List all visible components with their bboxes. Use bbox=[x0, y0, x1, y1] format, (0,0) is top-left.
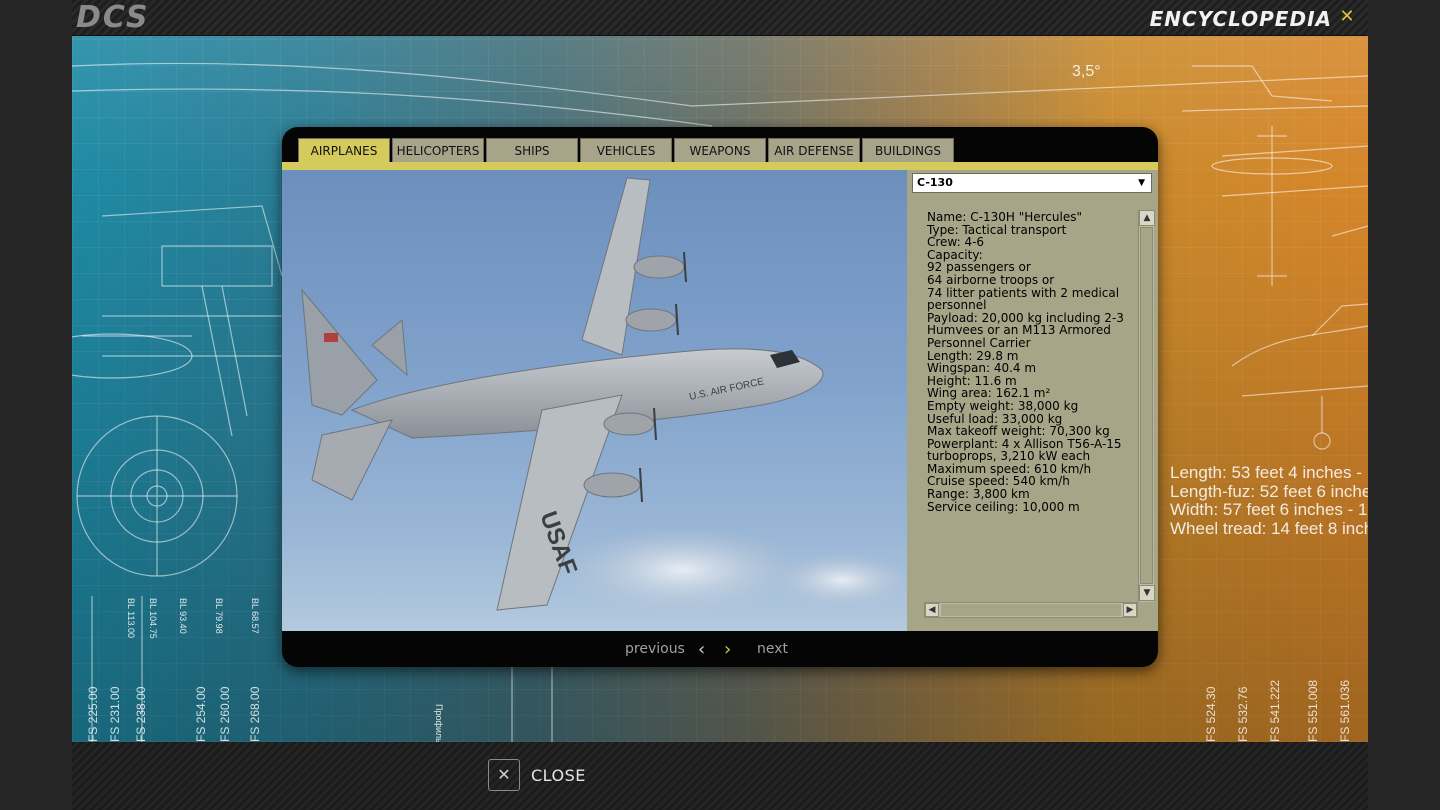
close-button[interactable]: ✕ CLOSE bbox=[488, 759, 586, 791]
info-panel: C-130 ▼ Name: C-130H "Hercules" Type: Ta… bbox=[907, 170, 1158, 631]
vertical-scrollbar[interactable]: ▲ ▼ bbox=[1138, 210, 1155, 602]
c130-illustration: U.S. AIR FORCE USAF bbox=[301, 177, 907, 615]
previous-arrow-icon[interactable]: ‹ bbox=[698, 639, 705, 660]
fs-label: FS 225.00 bbox=[86, 686, 100, 742]
previous-link[interactable]: previous bbox=[625, 641, 685, 657]
scroll-down-icon[interactable]: ▼ bbox=[1139, 585, 1155, 601]
tab-helicopters[interactable]: HELICOPTERS bbox=[392, 138, 484, 162]
profile-label: Профиль bbox=[434, 704, 444, 742]
spec-line: Empty weight: 38,000 kg bbox=[927, 398, 1079, 413]
dimensions-list: Length: 53 feet 4 inches - 1 Length-fuz:… bbox=[1170, 463, 1368, 538]
tab-air-defense[interactable]: AIR DEFENSE bbox=[768, 138, 860, 162]
tab-underline bbox=[282, 162, 1158, 170]
tab-buildings[interactable]: BUILDINGS bbox=[862, 138, 954, 162]
dcs-logo: DCS bbox=[76, 0, 150, 35]
close-icon: ✕ bbox=[488, 759, 520, 791]
bottom-bar: ✕ CLOSE bbox=[72, 742, 1368, 810]
fs-label: FS 551.008 bbox=[1306, 679, 1320, 742]
pager: previous ‹ › next bbox=[282, 631, 1158, 667]
close-label: CLOSE bbox=[531, 765, 586, 785]
dimension-line: Length-fuz: 52 feet 6 inche bbox=[1170, 481, 1368, 501]
aircraft-specs: Name: C-130H "Hercules" Type: Tactical t… bbox=[927, 211, 1135, 603]
tab-vehicles[interactable]: VEHICLES bbox=[580, 138, 672, 162]
spec-line: Max takeoff weight: 70,300 kg bbox=[927, 424, 1110, 439]
spec-line: Payload: 20,000 kg including 2-3 Humvees… bbox=[927, 310, 1124, 350]
scroll-right-icon[interactable]: ▶ bbox=[1123, 603, 1137, 617]
fs-label: FS 561.036 bbox=[1338, 679, 1352, 742]
dimension-line: Width: 57 feet 6 inches - 17 bbox=[1170, 500, 1368, 519]
cloud bbox=[562, 525, 802, 615]
fs-label: FS 231.00 bbox=[108, 686, 122, 742]
spec-line: Crew: 4-6 bbox=[927, 235, 985, 250]
spec-line: Name: C-130H "Hercules" bbox=[927, 211, 1082, 224]
category-tabs: AIRPLANES HELICOPTERS SHIPS VEHICLES WEA… bbox=[298, 138, 956, 162]
horizontal-tail bbox=[311, 419, 393, 501]
aircraft-select[interactable]: C-130 ▼ bbox=[912, 173, 1152, 193]
app-title: ENCYCLOPEDIA bbox=[1149, 7, 1332, 31]
spec-line: 64 airborne troops or bbox=[927, 272, 1055, 287]
left-frame bbox=[0, 0, 72, 810]
tail-flag bbox=[324, 333, 338, 342]
cloud bbox=[772, 552, 907, 608]
fs-label: FS 254.00 bbox=[194, 686, 208, 742]
tab-weapons[interactable]: WEAPONS bbox=[674, 138, 766, 162]
aircraft-image: U.S. AIR FORCE USAF bbox=[282, 170, 907, 631]
title-bar: DCS ENCYCLOPEDIA ✕ bbox=[72, 0, 1368, 36]
next-link[interactable]: next bbox=[757, 641, 788, 657]
scroll-up-icon[interactable]: ▲ bbox=[1139, 210, 1155, 226]
chevron-down-icon: ▼ bbox=[1138, 178, 1145, 188]
next-arrow-icon[interactable]: › bbox=[724, 639, 731, 660]
angle-label: 3,5° bbox=[1072, 63, 1101, 80]
vertical-tail bbox=[301, 288, 378, 416]
spec-line: Powerplant: 4 x Allison T56-A-15 turbopr… bbox=[927, 436, 1122, 464]
aircraft-select-value: C-130 bbox=[917, 176, 953, 189]
fs-label: FS 238.00 bbox=[134, 686, 148, 742]
fs-label: FS 532.76 bbox=[1236, 686, 1250, 742]
bl-label: BL 93.40 bbox=[178, 598, 188, 634]
spec-line: Wingspan: 40.4 m bbox=[927, 361, 1037, 376]
engine-nacelle bbox=[625, 308, 677, 332]
encyclopedia-window: AIRPLANES HELICOPTERS SHIPS VEHICLES WEA… bbox=[282, 127, 1158, 667]
dimension-line: Wheel tread: 14 feet 8 inch bbox=[1170, 518, 1368, 538]
close-icon[interactable]: ✕ bbox=[1338, 6, 1356, 28]
fs-label: FS 268.00 bbox=[248, 686, 262, 742]
spec-line: 74 litter patients with 2 medical person… bbox=[927, 285, 1120, 313]
vertical-scroll-thumb[interactable] bbox=[1140, 227, 1153, 584]
tab-airplanes[interactable]: AIRPLANES bbox=[298, 138, 390, 162]
tab-ships[interactable]: SHIPS bbox=[486, 138, 578, 162]
spec-line: Service ceiling: 10,000 m bbox=[927, 499, 1080, 514]
engine-nacelle bbox=[633, 255, 685, 279]
bl-label: BL 113.00 bbox=[126, 598, 136, 639]
engine-nacelle bbox=[583, 472, 641, 498]
bl-label: BL 79.98 bbox=[214, 598, 224, 634]
engine-nacelle bbox=[603, 412, 655, 436]
horizontal-tail-upper bbox=[371, 319, 408, 377]
right-frame bbox=[1368, 0, 1440, 810]
dimension-line: Length: 53 feet 4 inches - 1 bbox=[1170, 463, 1368, 482]
horizontal-scrollbar[interactable]: ◀ ▶ bbox=[924, 602, 1138, 618]
spec-line: Range: 3,800 km bbox=[927, 487, 1030, 502]
bl-label: BL 104.75 bbox=[148, 598, 158, 639]
fs-label: FS 260.00 bbox=[218, 686, 232, 742]
fs-label: FS 541.222 bbox=[1268, 679, 1282, 742]
fs-label: FS 524.30 bbox=[1204, 686, 1218, 742]
scroll-left-icon[interactable]: ◀ bbox=[925, 603, 939, 617]
horizontal-scroll-thumb[interactable] bbox=[941, 604, 1121, 616]
bl-label: BL 68.57 bbox=[250, 598, 260, 634]
